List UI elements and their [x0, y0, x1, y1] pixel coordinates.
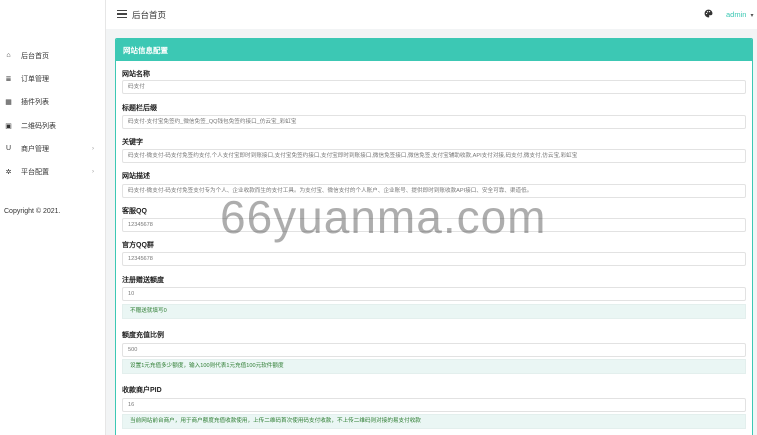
qrcode-icon: ▣ — [5, 122, 12, 130]
chevron-down-icon: ▾ — [750, 13, 754, 19]
home-icon: ⌂ — [6, 52, 11, 60]
site-name-input[interactable]: 码支付 — [122, 80, 746, 94]
keywords-input[interactable]: 码支付-微支付-码支付免签约支付,个人支付宝即时到账接口,支付宝免签约接口,支付… — [122, 149, 746, 163]
palette-icon[interactable] — [704, 9, 713, 20]
sidebar-item-label: 平台配置 — [21, 169, 49, 177]
register-quota-input[interactable]: 10 — [122, 287, 746, 301]
service-qq-label: 客服QQ — [122, 208, 147, 215]
sidebar-item-platform-config[interactable]: ✲ 平台配置 › — [0, 160, 106, 183]
register-quota-hint: 不赠送就填写0 — [122, 304, 746, 319]
qq-group-input[interactable]: 12345678 — [122, 252, 746, 266]
topbar: 后台首页 admin ▾ — [106, 0, 757, 29]
recharge-ratio-label: 额度充值比例 — [122, 332, 164, 339]
site-name-label: 网站名称 — [122, 71, 150, 78]
list-icon: ≣ — [5, 75, 12, 83]
page-title: 后台首页 — [132, 10, 167, 20]
sidebar-item-plugins[interactable]: ▦ 插件列表 — [0, 91, 106, 114]
merchant-pid-label: 收款商户PID — [122, 387, 162, 394]
sidebar-item-label: 后台首页 — [21, 52, 49, 60]
register-quota-label: 注册赠送额度 — [122, 277, 164, 284]
merchant-pid-input[interactable]: 16 — [122, 398, 746, 412]
recharge-ratio-input[interactable]: 500 — [122, 343, 746, 357]
sidebar-item-label: 二维码列表 — [21, 122, 56, 130]
copyright: Copyright © 2021. — [4, 208, 61, 215]
chevron-right-icon: › — [92, 169, 94, 176]
sidebar-item-label: 插件列表 — [21, 99, 49, 107]
recharge-ratio-hint: 设置1元充值多少额度，输入100则代表1元充值100元软件额度 — [122, 359, 746, 374]
title-suffix-input[interactable]: 码支付-支付宝免签约_微信免签_QQ钱包免签约接口_仿云宝_彩虹宝 — [122, 115, 746, 129]
sidebar-item-merchants[interactable]: U 商户管理 › — [0, 137, 106, 160]
sidebar-nav: ⌂ 后台首页 ≣ 订单管理 ▦ 插件列表 ▣ 二维码列表 U 商户管理 › ✲ … — [0, 44, 106, 184]
sidebar: ⌂ 后台首页 ≣ 订单管理 ▦ 插件列表 ▣ 二维码列表 U 商户管理 › ✲ … — [0, 0, 106, 435]
sidebar-item-orders[interactable]: ≣ 订单管理 — [0, 67, 106, 90]
sidebar-item-label: 订单管理 — [21, 75, 49, 83]
merchant-pid-hint: 当前网站前台商户，用于商户额度充值收款使用，上传二维码首次使用码支付收款，不上传… — [122, 414, 746, 429]
sidebar-item-label: 商户管理 — [21, 145, 49, 153]
menu-icon[interactable] — [117, 10, 127, 18]
watermark: 66yuanma.com — [220, 191, 547, 243]
gear-icon: ✲ — [5, 169, 12, 177]
panel-title: 网站信息配置 — [116, 39, 752, 61]
description-label: 网站描述 — [122, 173, 150, 180]
user-menu[interactable]: admin ▾ — [726, 10, 754, 19]
qq-group-label: 官方QQ群 — [122, 242, 154, 249]
sidebar-item-dashboard[interactable]: ⌂ 后台首页 — [0, 44, 106, 67]
chevron-right-icon: › — [92, 145, 94, 152]
username: admin — [726, 10, 747, 19]
sidebar-item-qrcodes[interactable]: ▣ 二维码列表 — [0, 114, 106, 137]
title-suffix-label: 标题栏后缀 — [122, 105, 157, 112]
keywords-label: 关键字 — [122, 139, 143, 146]
merchant-icon: U — [5, 145, 12, 153]
plugin-icon: ▦ — [5, 99, 12, 107]
